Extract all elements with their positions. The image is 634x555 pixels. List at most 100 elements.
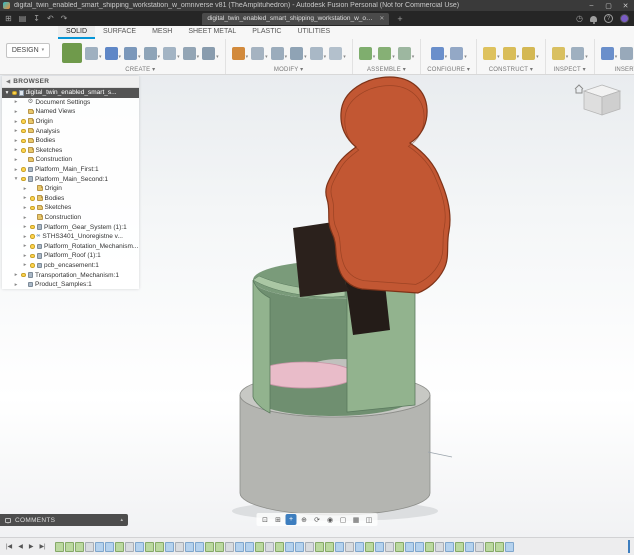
rigid-group-icon[interactable]: ▾: [398, 47, 415, 60]
visibility-bulb-icon[interactable]: [21, 167, 26, 172]
browser-item-sketches[interactable]: ▸Sketches: [2, 146, 139, 156]
timeline-position-marker[interactable]: [628, 540, 630, 553]
timeline-feature-marker[interactable]: [165, 542, 174, 552]
chevron-collapsed-icon[interactable]: ▸: [22, 195, 28, 201]
ribbon-tab-plastic[interactable]: PLASTIC: [244, 26, 289, 39]
play-button[interactable]: ▶: [27, 543, 36, 550]
timeline-component-marker[interactable]: [205, 542, 214, 552]
shell-icon[interactable]: ▾: [271, 47, 288, 60]
visibility-bulb-icon[interactable]: [30, 254, 35, 259]
timeline-component-marker[interactable]: [115, 542, 124, 552]
chevron-expanded-icon[interactable]: ▾: [13, 176, 19, 182]
configure-icon[interactable]: ▾: [431, 47, 448, 60]
timeline-feature-marker[interactable]: [135, 542, 144, 552]
ribbon-tab-solid[interactable]: SOLID: [58, 26, 95, 39]
display-settings-icon[interactable]: ▢: [338, 514, 349, 525]
timeline-feature-marker[interactable]: [355, 542, 364, 552]
timeline-sketch-marker[interactable]: [345, 542, 354, 552]
browser-item-product-samples-1[interactable]: ▸Product_Samples:1: [2, 280, 139, 290]
timeline-component-marker[interactable]: [75, 542, 84, 552]
chevron-collapsed-icon[interactable]: ▸: [22, 253, 28, 259]
zoom-icon[interactable]: ⊕: [299, 514, 310, 525]
timeline-feature-marker[interactable]: [465, 542, 474, 552]
timeline-component-marker[interactable]: [275, 542, 284, 552]
viewports-icon[interactable]: ◫: [364, 514, 375, 525]
ribbon-group-label-configure[interactable]: CONFIGURE ▾: [427, 65, 470, 73]
browser-item-platform-gear-system-1-1[interactable]: ▸Platform_Gear_System (1):1: [2, 222, 139, 232]
model-housing-left-wall[interactable]: [253, 280, 270, 413]
visibility-bulb-icon[interactable]: [30, 263, 35, 268]
browser-item-construction[interactable]: ▸Construction: [2, 213, 139, 223]
design-workspace-dropdown[interactable]: DESIGN ▾: [6, 43, 50, 58]
step-back-button[interactable]: ◀: [16, 543, 25, 550]
chevron-collapsed-icon[interactable]: ▸: [13, 119, 19, 125]
timeline-feature-marker[interactable]: [415, 542, 424, 552]
browser-item-transportation-mechanism-1[interactable]: ▸Transportation_Mechanism:1: [2, 270, 139, 280]
browser-header[interactable]: ◀ BROWSER: [2, 76, 139, 88]
timeline-feature-marker[interactable]: [295, 542, 304, 552]
chevron-collapsed-icon[interactable]: ▸: [22, 243, 28, 249]
delete-icon[interactable]: ▾: [329, 47, 346, 60]
timeline-component-marker[interactable]: [365, 542, 374, 552]
timeline-component-marker[interactable]: [425, 542, 434, 552]
section-analysis-icon[interactable]: ▾: [571, 47, 588, 60]
timeline-sketch-marker[interactable]: [175, 542, 184, 552]
visibility-bulb-icon[interactable]: [30, 196, 35, 201]
comments-bar[interactable]: COMMENTS ▴: [0, 514, 128, 526]
chevron-collapsed-icon[interactable]: ▸: [13, 282, 19, 288]
timeline-feature-marker[interactable]: [285, 542, 294, 552]
loft-icon[interactable]: ▾: [163, 47, 180, 60]
browser-item-platform-roof-1-1[interactable]: ▸Platform_Roof (1):1: [2, 251, 139, 261]
visibility-bulb-icon[interactable]: [30, 225, 35, 230]
canvas-icon[interactable]: ▾: [620, 47, 634, 60]
timeline-component-marker[interactable]: [145, 542, 154, 552]
timeline-component-marker[interactable]: [455, 542, 464, 552]
data-panel-toggle-icon[interactable]: ⊞: [5, 15, 12, 23]
timeline-component-marker[interactable]: [315, 542, 324, 552]
file-menu-icon[interactable]: ▤: [19, 15, 27, 23]
browser-item-pcb-encasement-1[interactable]: ▸pcb_encasement:1: [2, 261, 139, 271]
timeline-component-marker[interactable]: [325, 542, 334, 552]
ribbon-group-label-assemble[interactable]: ASSEMBLE ▾: [367, 65, 406, 73]
browser-item-sketches[interactable]: ▸Sketches: [2, 203, 139, 213]
browser-item-origin[interactable]: ▸Origin: [2, 117, 139, 127]
ribbon-group-label-create[interactable]: CREATE ▾: [125, 65, 155, 73]
timeline-feature-marker[interactable]: [235, 542, 244, 552]
timeline-feature-marker[interactable]: [405, 542, 414, 552]
zoom-window-icon[interactable]: ⊞: [273, 514, 284, 525]
timeline-feature-marker[interactable]: [95, 542, 104, 552]
browser-item-bodies[interactable]: ▸Bodies: [2, 194, 139, 204]
timeline-feature-marker[interactable]: [195, 542, 204, 552]
ribbon-tab-sheet-metal[interactable]: SHEET METAL: [180, 26, 244, 39]
timeline-feature-marker[interactable]: [105, 542, 114, 552]
user-avatar[interactable]: [620, 14, 629, 23]
ribbon-group-label-inspect[interactable]: INSPECT ▾: [554, 65, 586, 73]
sweep-icon[interactable]: ▾: [144, 47, 161, 60]
browser-item-sths3401-unoregistne-v[interactable]: ▸∞STHS3401_Unoregistne v...: [2, 232, 139, 242]
chevron-collapsed-icon[interactable]: ▸: [13, 167, 19, 173]
browser-item-document-settings[interactable]: ▸⚙Document Settings: [2, 98, 139, 108]
construction-point-icon[interactable]: ▾: [522, 47, 539, 60]
visibility-bulb-icon[interactable]: [21, 148, 26, 153]
visibility-bulb-icon[interactable]: [21, 119, 26, 124]
view-cube[interactable]: [572, 79, 628, 135]
model-part-orange[interactable]: [326, 77, 450, 293]
combine-icon[interactable]: ▾: [290, 47, 307, 60]
browser-item-platform-rotation-mechanism[interactable]: ▸Platform_Rotation_Mechanism...: [2, 242, 139, 252]
close-button[interactable]: ✕: [617, 0, 634, 11]
chevron-collapsed-icon[interactable]: ▸: [22, 186, 28, 192]
browser-item-analysis[interactable]: ▸Analysis: [2, 126, 139, 136]
new-component-icon[interactable]: ▾: [359, 47, 376, 60]
timeline-sketch-marker[interactable]: [435, 542, 444, 552]
browser-item-bodies[interactable]: ▸Bodies: [2, 136, 139, 146]
fillet-icon[interactable]: ▾: [251, 47, 268, 60]
go-to-start-button[interactable]: |◀: [4, 543, 14, 550]
notifications-bell-icon[interactable]: [590, 16, 597, 22]
chevron-collapsed-icon[interactable]: ▸: [13, 272, 19, 278]
document-tab[interactable]: digital_twin_enabled_smart_shipping_work…: [202, 13, 389, 25]
timeline-sketch-marker[interactable]: [225, 542, 234, 552]
timeline-component-marker[interactable]: [55, 542, 64, 552]
step-forward-button[interactable]: ▶|: [37, 543, 47, 550]
press-pull-icon[interactable]: ▾: [232, 47, 249, 60]
hole-icon[interactable]: ▾: [183, 47, 200, 60]
